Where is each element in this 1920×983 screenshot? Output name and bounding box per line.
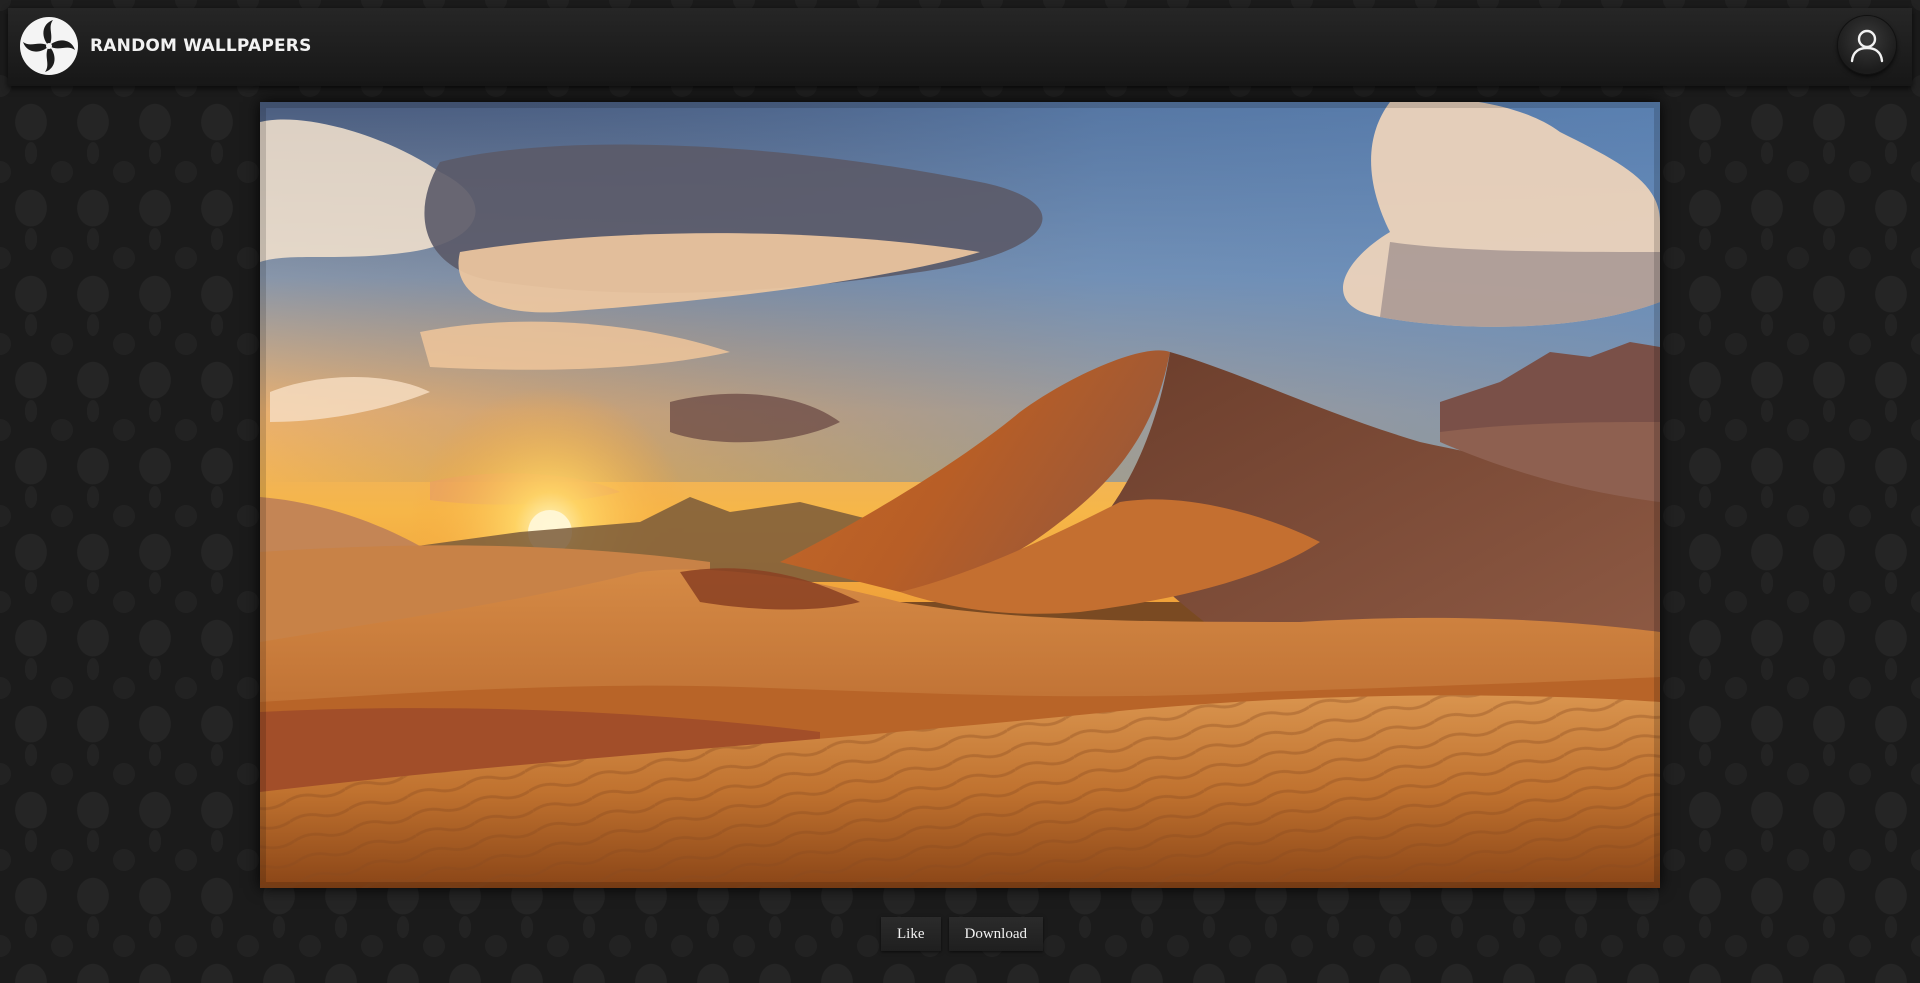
wallpaper-actions: Like Download [0,917,1920,951]
desert-dunes-illustration [260,102,1660,888]
download-button[interactable]: Download [948,917,1043,951]
user-account-button[interactable] [1838,16,1896,74]
home-logo-link[interactable]: RANDOM WALLPAPERS [19,14,312,78]
site-title: RANDOM WALLPAPERS [90,36,312,56]
wallpaper-image [260,102,1660,888]
swirl-logo-icon [20,17,78,75]
top-navbar: RANDOM WALLPAPERS [8,8,1912,86]
like-button[interactable]: Like [881,917,941,951]
user-account-icon [1850,29,1884,63]
